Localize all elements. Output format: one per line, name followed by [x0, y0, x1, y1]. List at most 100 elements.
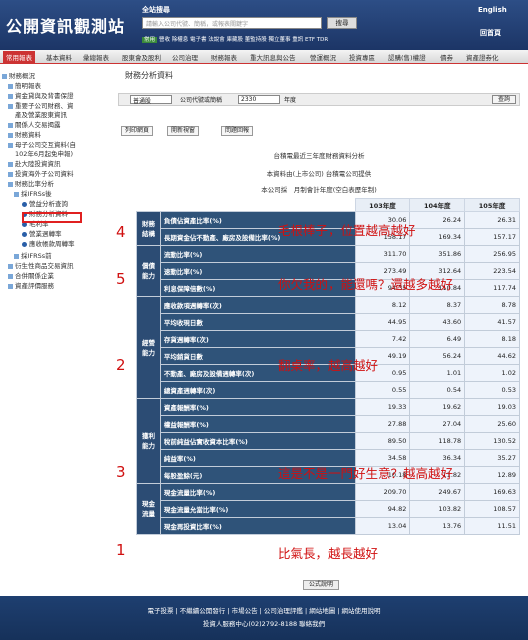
query-button[interactable]: 查詢: [492, 95, 516, 104]
sidebar-item[interactable]: 財務概況: [2, 70, 35, 80]
sidebar-item[interactable]: 營益分析查詢: [22, 198, 68, 208]
search-input[interactable]: 請輸入公司代號、簡稱，或報表關鍵字: [142, 17, 322, 29]
report-issue-button[interactable]: 問題回報: [221, 126, 254, 136]
nav-item[interactable]: 財務報表: [211, 52, 237, 62]
value-cell: 0.53: [464, 381, 520, 399]
nav-item[interactable]: 基本資料: [46, 52, 72, 62]
category-cell: 獲利能力: [136, 398, 161, 484]
sidebar-item[interactable]: 關係人交易揭露: [8, 119, 61, 129]
sidebar-item[interactable]: 採IFRSs前: [14, 250, 52, 260]
metric-cell: 現金流量比率(%): [159, 483, 356, 501]
nav-item[interactable]: 認購(售)權證: [388, 52, 426, 62]
value-cell: 7.42: [354, 330, 411, 348]
annotation-note: 這是不是一門好生意？越高越好: [278, 466, 454, 481]
search-label: 全站搜尋: [142, 6, 170, 14]
sidebar-item[interactable]: 資產評價服務: [8, 280, 54, 290]
sidebar-item[interactable]: 營業週轉率: [22, 228, 62, 238]
sidebar-item[interactable]: 採IFRSs後: [14, 188, 52, 198]
print-button[interactable]: 列印網頁: [121, 126, 154, 136]
formula-button[interactable]: 公式說明: [303, 580, 339, 590]
value-cell: 209.70: [354, 483, 411, 501]
sidebar-item[interactable]: 應收帳款周轉率: [22, 238, 75, 248]
nav-item[interactable]: 營運概況: [310, 52, 336, 62]
nav-item[interactable]: 重大訊息與公告: [250, 52, 296, 62]
english-link[interactable]: English: [478, 6, 507, 14]
folder-icon: [14, 191, 19, 197]
value-cell: 157.17: [464, 228, 520, 246]
sidebar-item[interactable]: 財務比率分析: [8, 178, 54, 188]
metric-cell: 權益報酬率(%): [159, 415, 356, 433]
site-logo[interactable]: 公開資訊觀測站: [6, 13, 125, 37]
category-cell: 財務結構: [136, 211, 161, 246]
value-cell: 103.82: [409, 500, 466, 518]
metric-cell: 資產報酬率(%): [159, 398, 356, 416]
value-cell: 351.86: [409, 245, 466, 263]
col-header: 104年度: [409, 198, 466, 212]
value-cell: 19.33: [354, 398, 411, 416]
bullet-icon: [22, 241, 27, 247]
table-row: 稅前純益佔實收資本比率(%) 89.50 118.78 130.52: [137, 432, 520, 450]
nav-item[interactable]: 股東會及股利: [122, 52, 161, 62]
annotation-number: 5: [116, 270, 126, 288]
sidebar-item[interactable]: 投資海外子公司資料: [8, 168, 74, 178]
quick-links-text[interactable]: 營收 除權息 電子書 法說會 庫藏股 董監持股 獨立董事 重訊 ETF TDR: [159, 37, 328, 43]
value-cell: 1.02: [464, 364, 520, 382]
sidebar-item[interactable]: 資金貸與及背書保證: [8, 90, 74, 100]
value-cell: 19.62: [409, 398, 466, 416]
nav-item[interactable]: 常用報表: [3, 51, 35, 63]
nav-item[interactable]: 債券: [440, 52, 453, 62]
table-row: 總資產週轉率(次) 0.55 0.54 0.53: [137, 381, 520, 399]
code-label: 公司代號或簡稱: [180, 97, 223, 104]
value-cell: 26.24: [409, 211, 466, 229]
table-row: 償債能力 流動比率(%) 311.70 351.86 256.95: [136, 245, 520, 297]
nav-item[interactable]: 公司治理: [172, 52, 198, 62]
quick-links[interactable]: 常用 營收 除權息 電子書 法說會 庫藏股 董監持股 獨立董事 重訊 ETF TD…: [142, 35, 328, 43]
sidebar-item-cont[interactable]: 102年6月起免申報): [15, 148, 73, 158]
value-cell: 13.76: [409, 517, 466, 535]
table-row: 現金再投資比率(%) 13.04 13.76 11.51: [137, 517, 520, 535]
value-cell: 311.70: [354, 245, 411, 263]
main-nav: 常用報表 基本資料 彙總報表 股東會及股利 公司治理 財務報表 重大訊息與公告 …: [0, 50, 528, 64]
footer-links[interactable]: 電子投票 | 不繼續公開發行 | 市場公告 | 公司治理評鑑 | 網站地圖 | …: [0, 605, 528, 615]
sidebar-item[interactable]: 財務資料: [8, 129, 41, 139]
market-select[interactable]: 普通股: [130, 95, 172, 105]
value-cell: 44.95: [354, 313, 411, 331]
metric-cell: 應收款項週轉率(次): [159, 296, 356, 314]
value-cell: 25.60: [464, 415, 520, 433]
sidebar-item[interactable]: 衍生性商品交易資訊: [8, 260, 74, 270]
nav-item[interactable]: 投資專區: [349, 52, 375, 62]
sidebar-item-cont[interactable]: 產及營業股東資訊: [15, 109, 67, 119]
value-cell: 169.34: [409, 228, 466, 246]
nav-item[interactable]: 資產證券化: [466, 52, 499, 62]
footer-contact[interactable]: 投資人服務中心(02)2792-8188 聯絡我們: [0, 618, 528, 628]
folder-icon: [8, 283, 13, 289]
sidebar-item[interactable]: 赴大陸投資資訊: [8, 158, 61, 168]
value-cell: 13.04: [354, 517, 411, 535]
folder-icon: [8, 161, 13, 167]
search-button[interactable]: 搜尋: [327, 17, 357, 29]
sidebar-item[interactable]: 合併關係企業: [8, 270, 54, 280]
value-cell: 256.95: [464, 245, 520, 263]
source-line: 本資料由(上市公司) 台積電公司提供: [266, 170, 372, 178]
metric-cell: 總資產週轉率(次): [159, 381, 356, 399]
code-input[interactable]: 2330: [238, 95, 280, 104]
value-cell: 8.37: [409, 296, 466, 314]
metric-cell: 存貨週轉率(次): [159, 330, 356, 348]
annotation-number: 4: [116, 223, 126, 241]
year-label: 年度: [284, 97, 297, 104]
folder-icon: [8, 171, 13, 177]
new-window-button[interactable]: 開新視窗: [167, 126, 200, 136]
sidebar-item[interactable]: 簡明報表: [8, 80, 41, 90]
value-cell: 117.74: [464, 279, 520, 297]
folder-icon: [2, 73, 7, 79]
value-cell: 27.88: [354, 415, 411, 433]
folder-icon: [8, 273, 13, 279]
nav-item[interactable]: 彙總報表: [83, 52, 109, 62]
value-cell: 26.31: [464, 211, 520, 229]
value-cell: 6.49: [409, 330, 466, 348]
value-cell: 89.50: [354, 432, 411, 450]
category-cell: 經營能力: [136, 296, 161, 399]
annotation-number: 3: [116, 463, 126, 481]
home-link[interactable]: 回首頁: [480, 28, 501, 38]
value-cell: 130.52: [464, 432, 520, 450]
